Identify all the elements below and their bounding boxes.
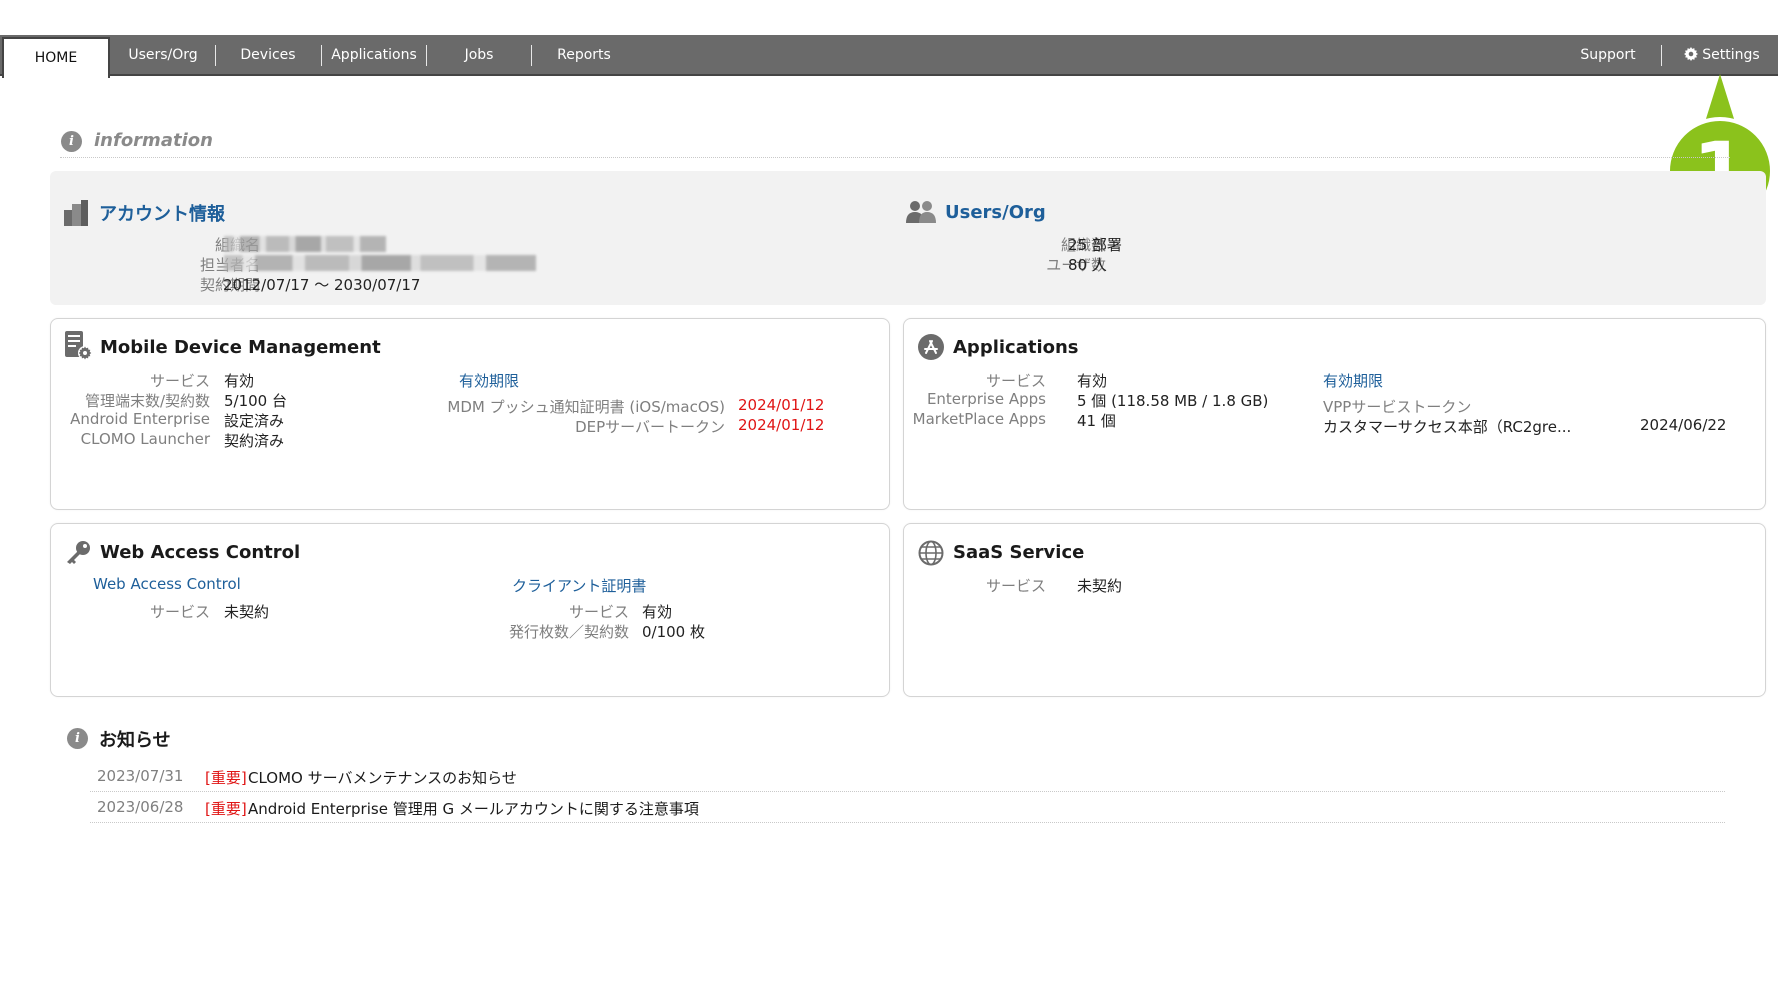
saas-service-card: SaaS Service サービス 未契約 <box>903 523 1766 697</box>
tab-devices[interactable]: Devices <box>216 35 320 74</box>
saas-service-label: サービス <box>985 577 1046 595</box>
client-cert-title: クライアント証明書 <box>512 577 647 595</box>
information-title: information <box>94 130 213 151</box>
news-info-icon: i <box>67 728 88 749</box>
enterprise-apps-label: Enterprise Apps <box>926 390 1046 408</box>
mdm-title: Mobile Device Management <box>100 337 381 358</box>
news-item[interactable]: 2023/06/28 [重要] Android Enterprise 管理用 G… <box>90 792 1725 823</box>
news-date: 2023/07/31 <box>97 767 184 785</box>
building-icon <box>64 200 88 226</box>
redacted-manager-name <box>224 255 536 271</box>
managed-devices-label: 管理端末数/契約数 <box>84 392 210 410</box>
tab-home[interactable]: HOME <box>2 37 110 78</box>
users-org-title[interactable]: Users/Org <box>945 202 1046 223</box>
news-link[interactable]: Android Enterprise 管理用 G メールアカウントに関する注意事… <box>248 798 699 819</box>
news-link[interactable]: CLOMO サーバメンテナンスのお知らせ <box>248 767 517 788</box>
marketplace-apps-label: MarketPlace Apps <box>912 410 1046 428</box>
cert-issued-value: 0/100 枚 <box>642 623 705 641</box>
mdm-push-cert-label: MDM プッシュ通知証明書 (iOS/macOS) <box>447 398 725 416</box>
account-info-title[interactable]: アカウント情報 <box>99 200 225 226</box>
web-access-control-card: Web Access Control Web Access Control サー… <box>50 523 890 697</box>
user-count-value: 80 人 <box>1068 256 1107 274</box>
news-item[interactable]: 2023/07/31 [重要] CLOMO サーバメンテナンスのお知らせ <box>90 761 1725 792</box>
dep-token-label: DEPサーバートークン <box>575 418 725 436</box>
redacted-org-name <box>224 236 386 252</box>
news-importance-tag: [重要] <box>205 800 247 818</box>
android-enterprise-value: 設定済み <box>224 412 285 430</box>
nav-divider <box>1661 45 1662 66</box>
wac-service-label: サービス <box>149 603 210 621</box>
top-nav: HOME Users/Org Devices Applications Jobs… <box>0 35 1778 78</box>
tab-reports[interactable]: Reports <box>532 35 636 74</box>
info-icon: i <box>61 131 82 152</box>
news-title: お知らせ <box>99 730 171 751</box>
saas-service-title: SaaS Service <box>953 542 1085 563</box>
app-store-icon <box>918 334 944 360</box>
vpp-token-date: 2024/06/22 <box>1640 416 1727 434</box>
web-access-control-subtitle: Web Access Control <box>93 575 241 593</box>
applications-card: Applications サービス 有効 Enterprise Apps 5 個… <box>903 318 1766 510</box>
news-importance-tag: [重要] <box>205 769 247 787</box>
globe-icon <box>918 540 944 566</box>
settings-label: Settings <box>1702 47 1760 63</box>
gear-icon <box>1684 47 1699 61</box>
saas-service-value: 未契約 <box>1077 577 1123 595</box>
mdm-service-label: サービス <box>149 372 210 390</box>
mdm-card: Mobile Device Management サービス 有効 管理端末数/契… <box>50 318 890 510</box>
mdm-push-cert-date: 2024/01/12 <box>738 396 825 414</box>
wac-service-value: 未契約 <box>224 603 270 621</box>
mdm-service-value: 有効 <box>224 372 255 390</box>
apps-service-label: サービス <box>985 372 1046 390</box>
information-header: i information <box>60 128 1730 158</box>
clomo-launcher-label: CLOMO Launcher <box>80 430 210 448</box>
vpp-token-label: VPPサービストークン <box>1323 398 1472 416</box>
cert-service-value: 有効 <box>642 603 673 621</box>
managed-devices-value: 5/100 台 <box>224 392 287 410</box>
cert-issued-label: 発行枚数／契約数 <box>508 623 629 641</box>
dep-token-date: 2024/01/12 <box>738 416 825 434</box>
tab-jobs[interactable]: Jobs <box>427 35 531 74</box>
apps-expiry-title: 有効期限 <box>1323 372 1384 390</box>
vpp-token-name: カスタマーサクセス本部（RC2gre... <box>1323 418 1572 436</box>
marketplace-apps-value: 41 個 <box>1077 412 1116 430</box>
applications-title: Applications <box>953 337 1079 358</box>
clomo-launcher-value: 契約済み <box>224 432 285 450</box>
org-count-value: 25 部署 <box>1068 236 1122 254</box>
support-link[interactable]: Support <box>1568 35 1648 74</box>
news-date: 2023/06/28 <box>97 798 184 816</box>
cert-service-label: サービス <box>568 603 629 621</box>
tab-users-org[interactable]: Users/Org <box>112 35 214 74</box>
android-enterprise-label: Android Enterprise <box>70 410 210 428</box>
web-access-control-title: Web Access Control <box>100 542 301 563</box>
account-summary-panel: アカウント情報 組織名 担当者名 契約期間 2012/07/17 〜 2030/… <box>50 171 1766 305</box>
device-management-icon <box>65 331 92 360</box>
contract-period-value: 2012/07/17 〜 2030/07/17 <box>223 276 421 294</box>
apps-service-value: 有効 <box>1077 372 1108 390</box>
users-icon <box>906 201 936 223</box>
settings-link[interactable]: Settings <box>1672 35 1772 74</box>
key-icon <box>67 541 90 564</box>
tab-applications[interactable]: Applications <box>322 35 426 74</box>
enterprise-apps-value: 5 個 (118.58 MB / 1.8 GB) <box>1077 392 1269 410</box>
mdm-expiry-title: 有効期限 <box>459 372 520 390</box>
